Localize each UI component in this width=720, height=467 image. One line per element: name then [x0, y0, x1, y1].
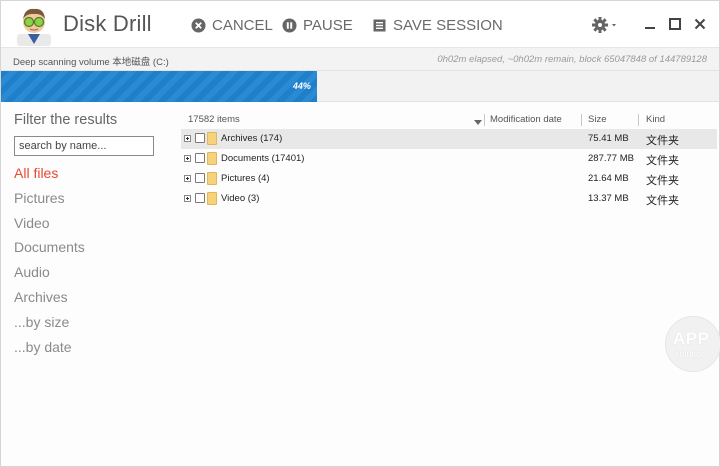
scan-status-text: Deep scanning volume 本地磁盘 (C:) — [13, 57, 169, 68]
row-kind: 文件夹 — [646, 154, 679, 167]
row-kind: 文件夹 — [646, 134, 679, 147]
row-kind: 文件夹 — [646, 174, 679, 187]
folder-icon — [207, 152, 217, 165]
filter-list: All files Pictures Video Documents Audio… — [14, 161, 85, 359]
app-window: Disk Drill CANCEL PAUSE SAVE SESSION Dee… — [0, 0, 720, 467]
column-header-size[interactable]: Size — [588, 114, 606, 128]
filter-sidebar: Filter the results All files Pictures Vi… — [1, 103, 171, 463]
row-size: 21.64 MB — [588, 173, 629, 184]
row-name: Archives (174) — [221, 133, 283, 144]
app-logo-icon — [11, 4, 57, 46]
app-title: Disk Drill — [63, 11, 152, 36]
folder-icon — [207, 192, 217, 205]
column-header-kind[interactable]: Kind — [646, 114, 665, 128]
table-row[interactable]: Video (3) 13.37 MB 文件夹 — [181, 189, 717, 209]
filter-item-all-files[interactable]: All files — [14, 161, 85, 186]
row-checkbox[interactable] — [195, 193, 205, 203]
table-row[interactable]: Pictures (4) 21.64 MB 文件夹 — [181, 169, 717, 189]
filter-item-pictures[interactable]: Pictures — [14, 186, 85, 211]
scan-progress-fill: 44% — [1, 71, 317, 102]
table-row[interactable]: Documents (17401) 287.77 MB 文件夹 — [181, 149, 717, 169]
cancel-icon — [191, 18, 206, 33]
search-input[interactable] — [14, 136, 154, 156]
row-name: Video (3) — [221, 193, 260, 204]
title-bar: Disk Drill CANCEL PAUSE SAVE SESSION — [1, 1, 719, 47]
filter-item-video[interactable]: Video — [14, 211, 85, 236]
pause-icon — [282, 18, 297, 33]
row-checkbox[interactable] — [195, 133, 205, 143]
expand-toggle-icon[interactable] — [184, 175, 191, 182]
row-checkbox[interactable] — [195, 173, 205, 183]
row-size: 75.41 MB — [588, 133, 629, 144]
save-session-label: SAVE SESSION — [393, 16, 503, 34]
expand-toggle-icon[interactable] — [184, 155, 191, 162]
scan-status-bar: Deep scanning volume 本地磁盘 (C:) 0h02m ela… — [1, 47, 719, 71]
watermark-subtitle: solution — [675, 349, 707, 359]
app-solution-watermark: APP solution — [665, 316, 720, 372]
filter-item-audio[interactable]: Audio — [14, 260, 85, 285]
settings-gear-icon[interactable] — [591, 15, 619, 35]
scan-progress-bar: 44% — [1, 71, 719, 102]
expand-toggle-icon[interactable] — [184, 195, 191, 202]
sort-dropdown-icon[interactable] — [474, 120, 482, 125]
watermark-title: APP — [673, 329, 710, 348]
cancel-button[interactable]: CANCEL — [191, 15, 273, 35]
column-divider[interactable] — [581, 114, 582, 126]
save-session-icon — [372, 18, 387, 33]
row-size: 287.77 MB — [588, 153, 634, 164]
cancel-label: CANCEL — [212, 16, 273, 34]
results-list: 17582 items Modification date Size Kind … — [181, 103, 719, 463]
pause-button[interactable]: PAUSE — [282, 15, 353, 35]
scan-progress-details: 0h02m elapsed, ~0h02m remain, block 6504… — [437, 54, 707, 65]
expand-toggle-icon[interactable] — [184, 135, 191, 142]
row-name: Pictures (4) — [221, 173, 270, 184]
item-count-header: 17582 items — [188, 114, 240, 125]
minimize-button[interactable] — [641, 15, 659, 33]
folder-icon — [207, 172, 217, 185]
row-checkbox[interactable] — [195, 153, 205, 163]
table-row[interactable]: Archives (174) 75.41 MB 文件夹 — [181, 129, 717, 149]
row-kind: 文件夹 — [646, 194, 679, 207]
row-size: 13.37 MB — [588, 193, 629, 204]
pause-label: PAUSE — [303, 16, 353, 34]
folder-icon — [207, 132, 217, 145]
filter-item-archives[interactable]: Archives — [14, 285, 85, 310]
close-button[interactable] — [691, 15, 709, 33]
filter-item-by-date[interactable]: ...by date — [14, 335, 85, 360]
save-session-button[interactable]: SAVE SESSION — [372, 15, 503, 35]
filter-item-documents[interactable]: Documents — [14, 235, 85, 260]
maximize-button[interactable] — [666, 15, 684, 33]
scan-progress-percent: 44% — [292, 81, 311, 91]
row-name: Documents (17401) — [221, 153, 305, 164]
column-divider[interactable] — [638, 114, 639, 126]
column-divider[interactable] — [484, 114, 485, 126]
filter-title: Filter the results — [14, 112, 118, 128]
filter-item-by-size[interactable]: ...by size — [14, 310, 85, 335]
column-header-modification-date[interactable]: Modification date — [490, 114, 562, 128]
